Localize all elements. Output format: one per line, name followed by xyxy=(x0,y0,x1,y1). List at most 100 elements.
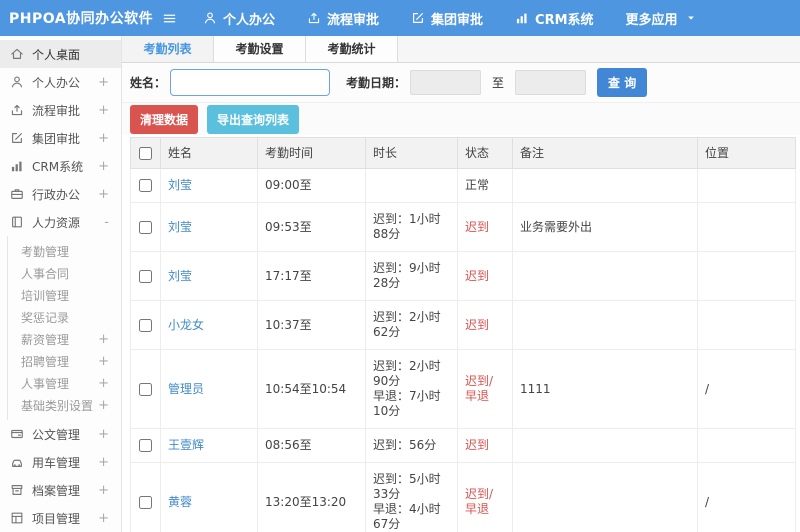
sidebar-item[interactable]: 个人办公 + xyxy=(0,68,121,96)
sidebar-subitem[interactable]: 人事合同 xyxy=(8,262,121,284)
expand-toggle-icon[interactable]: + xyxy=(98,427,111,442)
sidebar-subitem-label: 招聘管理 xyxy=(21,354,70,369)
sidebar-subitem[interactable]: 人事管理 + xyxy=(8,372,121,394)
clean-data-button[interactable]: 清理数据 xyxy=(130,104,199,134)
date-from-input[interactable] xyxy=(410,70,482,95)
expand-toggle-icon[interactable]: + xyxy=(98,455,111,470)
flow-icon xyxy=(307,11,321,25)
row-checkbox[interactable] xyxy=(139,495,152,509)
top-menu-item-label: CRM系统 xyxy=(535,12,594,28)
sidebar-item[interactable]: 人力资源 - xyxy=(0,208,121,236)
status-cell: 正常 xyxy=(457,168,513,203)
status-cell: 迟到 xyxy=(457,202,513,252)
sidebar-item[interactable]: 项目管理 + xyxy=(0,504,121,532)
sidebar-subitem[interactable]: 招聘管理 + xyxy=(8,350,121,372)
top-menu-item-5[interactable]: 更多应用 xyxy=(626,9,696,28)
employee-name-link[interactable]: 刘莹 xyxy=(168,220,192,234)
status-cell: 迟到 xyxy=(457,300,513,350)
sidebar-item[interactable]: 用车管理 + xyxy=(0,448,121,476)
book-icon xyxy=(10,215,24,229)
expand-toggle-icon[interactable]: + xyxy=(98,398,111,413)
expand-toggle-icon[interactable]: + xyxy=(98,187,111,202)
expand-toggle-icon[interactable]: + xyxy=(98,159,111,174)
sidebar-item[interactable]: 流程审批 + xyxy=(0,96,121,124)
sidebar-subitem[interactable]: 培训管理 xyxy=(8,284,121,306)
row-checkbox[interactable] xyxy=(139,269,152,283)
status-cell: 迟到/早退 xyxy=(457,349,513,429)
archive-icon xyxy=(10,483,24,497)
expand-toggle-icon[interactable]: + xyxy=(98,75,111,90)
duration-cell: 迟到：2小时62分 xyxy=(365,300,458,350)
employee-name-link[interactable]: 刘莹 xyxy=(168,178,192,192)
tab-1[interactable]: 考勤列表 xyxy=(122,36,214,62)
note-cell: 1111 xyxy=(512,349,698,429)
note-cell xyxy=(512,168,698,203)
sidebar-subitem[interactable]: 考勤管理 xyxy=(8,240,121,262)
sidebar-item[interactable]: 集团审批 + xyxy=(0,124,121,152)
top-menu-item-1[interactable]: 个人办公 xyxy=(203,9,275,28)
name-filter-input[interactable] xyxy=(170,69,331,96)
attendance-time-cell: 17:17至 xyxy=(257,251,366,301)
employee-name-link[interactable]: 管理员 xyxy=(168,382,204,396)
app-logo: PHPOA协同办公软件 xyxy=(9,11,154,27)
attendance-time-cell: 08:56至 xyxy=(257,428,366,463)
sidebar-item[interactable]: 公文管理 + xyxy=(0,420,121,448)
duration-cell: 迟到：5小时33分 早退：4小时67分 xyxy=(365,462,458,532)
row-checkbox[interactable] xyxy=(139,179,152,192)
table-row: 刘莹 09:53至 迟到：1小时88分 迟到 业务需要外出 xyxy=(130,202,796,252)
row-checkbox[interactable] xyxy=(139,439,152,452)
date-to-input[interactable] xyxy=(515,70,587,95)
expand-toggle-icon[interactable]: - xyxy=(104,215,111,230)
employee-name-link[interactable]: 刘莹 xyxy=(168,269,192,283)
duration-cell: 迟到：56分 xyxy=(365,428,458,463)
flow-icon xyxy=(10,103,24,117)
employee-name-link[interactable]: 王壹辉 xyxy=(168,438,204,452)
expand-toggle-icon[interactable]: + xyxy=(98,354,111,369)
hamburger-icon[interactable] xyxy=(162,11,177,26)
top-menu-item-4[interactable]: CRM系统 xyxy=(515,9,594,28)
sidebar-item-label: 项目管理 xyxy=(32,511,81,526)
note-cell xyxy=(512,462,698,532)
tab-3[interactable]: 考勤统计 xyxy=(306,36,398,62)
main-content: 考勤列表 考勤设置 考勤统计 姓名： 考勤日期： 至 查 询 清理数据 导出查询列表… xyxy=(122,36,800,532)
sidebar-subitem-label: 人事合同 xyxy=(21,266,70,281)
sidebar-item[interactable]: 行政办公 + xyxy=(0,180,121,208)
col-header-time: 考勤时间 xyxy=(257,137,366,169)
expand-toggle-icon[interactable]: + xyxy=(98,483,111,498)
expand-toggle-icon[interactable]: + xyxy=(98,376,111,391)
sidebar-subitem-label: 基础类别设置 xyxy=(21,398,94,413)
expand-toggle-icon[interactable]: + xyxy=(98,332,111,347)
sidebar-item[interactable]: CRM系统 + xyxy=(0,152,121,180)
attendance-table: 姓名 考勤时间 时长 状态 备注 位置 刘莹 09:00至 正常 刘莹 09:5… xyxy=(130,137,796,532)
row-checkbox[interactable] xyxy=(139,318,152,332)
expand-toggle-icon[interactable]: + xyxy=(98,511,111,526)
top-menu-item-2[interactable]: 流程审批 xyxy=(307,9,379,28)
expand-toggle-icon[interactable]: + xyxy=(98,131,111,146)
select-all-checkbox[interactable] xyxy=(139,147,152,160)
search-button[interactable]: 查 询 xyxy=(597,68,648,97)
row-checkbox[interactable] xyxy=(139,220,152,234)
employee-name-link[interactable]: 小龙女 xyxy=(168,318,204,332)
sidebar-subitem[interactable]: 薪资管理 + xyxy=(8,328,121,350)
sidebar-item[interactable]: 档案管理 + xyxy=(0,476,121,504)
row-checkbox[interactable] xyxy=(139,382,152,396)
sidebar-subitem[interactable]: 奖惩记录 xyxy=(8,306,121,328)
export-list-button[interactable]: 导出查询列表 xyxy=(207,104,300,134)
sidebar-item[interactable]: 个人桌面 xyxy=(0,40,121,68)
top-menu-item-3[interactable]: 集团审批 xyxy=(411,9,483,28)
status-cell: 迟到 xyxy=(457,428,513,463)
sidebar-subitem-label: 培训管理 xyxy=(21,288,70,303)
sidebar-subitem[interactable]: 基础类别设置 + xyxy=(8,394,121,416)
col-header-location: 位置 xyxy=(697,137,796,169)
sidebar-item-label: 档案管理 xyxy=(32,483,81,498)
location-cell xyxy=(697,428,796,463)
employee-name-link[interactable]: 黄蓉 xyxy=(168,495,192,509)
sidebar-item-label: CRM系统 xyxy=(32,159,84,174)
status-cell: 迟到 xyxy=(457,251,513,301)
attendance-table-wrap: 姓名 考勤时间 时长 状态 备注 位置 刘莹 09:00至 正常 刘莹 09:5… xyxy=(122,135,800,532)
expand-toggle-icon[interactable]: + xyxy=(98,103,111,118)
tab-2[interactable]: 考勤设置 xyxy=(214,36,306,62)
duration-cell: 迟到：2小时90分 早退：7小时10分 xyxy=(365,349,458,429)
table-header-row: 姓名 考勤时间 时长 状态 备注 位置 xyxy=(130,137,796,169)
table-row: 黄蓉 13:20至13:20 迟到：5小时33分 早退：4小时67分 迟到/早退… xyxy=(130,462,796,532)
